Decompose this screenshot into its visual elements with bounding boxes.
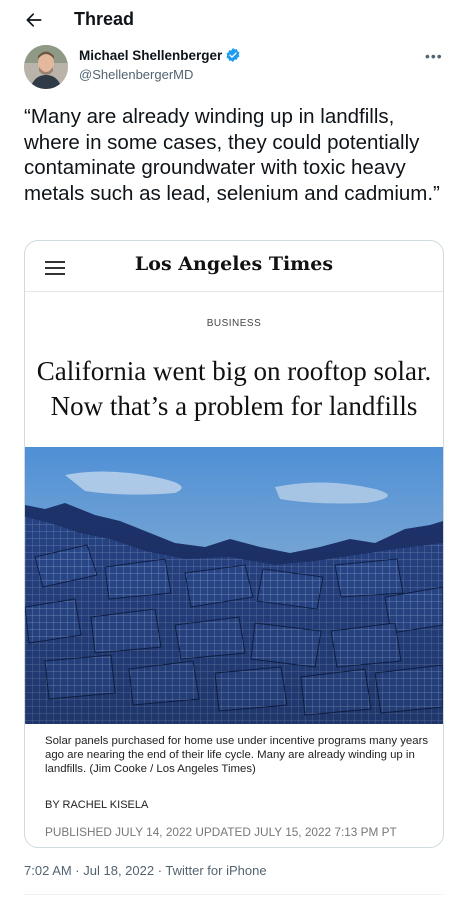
tweet-text: “Many are already winding up in landfill… [24, 105, 440, 205]
more-options-icon[interactable]: ••• [425, 48, 443, 64]
thread-header: Thread [0, 0, 465, 42]
back-arrow-icon[interactable] [24, 10, 44, 30]
article-published-date: PUBLISHED JULY 14, 2022 UPDATED JULY 15,… [45, 825, 397, 839]
verified-badge-icon [226, 48, 240, 62]
headline-line-1: California went big on rooftop solar. [36, 356, 432, 386]
lat-logo: Los Angeles Times [134, 253, 334, 275]
section-label: BUSINESS [206, 318, 262, 329]
article-byline: BY RACHEL KISELA [45, 799, 149, 811]
avatar[interactable] [24, 45, 68, 89]
lat-nav-bar: Los Angeles Times [25, 241, 443, 292]
author-handle[interactable]: @ShellenbergerMD [79, 67, 193, 82]
headline-line-2: Now that’s a problem for landfills [50, 391, 418, 421]
author-name[interactable]: Michael Shellenberger [79, 48, 222, 63]
tweet-timestamp[interactable]: 7:02 AM · Jul 18, 2022 · Twitter for iPh… [24, 863, 267, 878]
link-card[interactable]: Los Angeles Times BUSINESS California we… [24, 240, 444, 848]
photo-caption: Solar panels purchased for home use unde… [45, 735, 429, 775]
page-title: Thread [74, 9, 135, 29]
solar-panels-photo [25, 447, 443, 724]
avatar-image [24, 45, 68, 89]
divider [24, 894, 444, 895]
article-headline: California went big on rooftop solar. No… [25, 354, 443, 424]
author-name-row[interactable]: Michael Shellenberger [79, 47, 241, 63]
